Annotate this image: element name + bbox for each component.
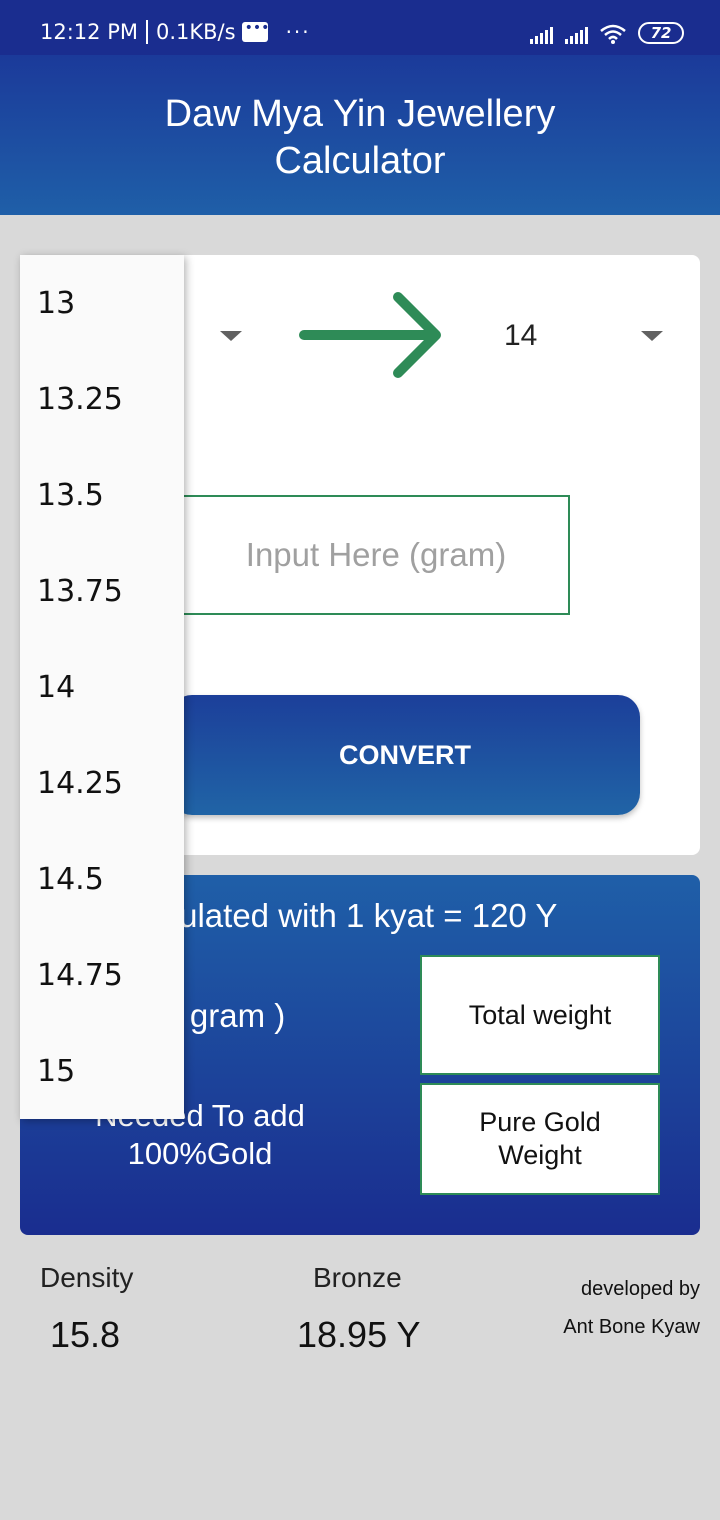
dropdown-option[interactable]: 14.5 — [20, 831, 184, 927]
dropdown-option[interactable]: 15 — [20, 1023, 184, 1119]
app-title-line2: Calculator — [274, 140, 446, 182]
status-right: 72 — [530, 22, 684, 44]
app-bar: Daw Mya Yin Jewellery Calculator — [0, 55, 720, 215]
from-dropdown-arrow-icon[interactable] — [220, 331, 242, 341]
battery-icon: 72 — [638, 22, 684, 44]
app-title: Daw Mya Yin Jewellery Calculator — [0, 91, 720, 185]
status-time: 12:12 PM — [40, 20, 138, 44]
convert-button[interactable]: CONVERT — [170, 695, 640, 815]
wifi-icon — [600, 24, 626, 44]
developer-name: Ant Bone Kyaw — [563, 1316, 700, 1338]
right-arrow-icon — [299, 292, 441, 378]
gram-input[interactable] — [182, 495, 570, 615]
to-dropdown-value[interactable]: 14 — [504, 319, 537, 353]
pure-gold-weight-box: Pure Gold Weight — [420, 1083, 660, 1195]
dropdown-popup: 13 13.25 13.5 13.75 14 14.25 14.5 14.75 … — [20, 255, 184, 1119]
signal-icon-2 — [565, 24, 588, 44]
pure-gold-line2: Weight — [498, 1140, 582, 1170]
bronze-label: Bronze — [313, 1262, 402, 1293]
dropdown-option[interactable]: 14.25 — [20, 735, 184, 831]
density-label: Density — [40, 1262, 134, 1293]
to-dropdown-arrow-icon[interactable] — [641, 331, 663, 341]
more-notifications-icon: ··· — [285, 20, 311, 44]
pure-gold-line1: Pure Gold — [479, 1107, 601, 1137]
dropdown-option[interactable]: 13.75 — [20, 543, 184, 639]
network-speed: 0.1KB/s — [155, 20, 236, 44]
bronze-value: 18.95 Y — [297, 1314, 421, 1355]
dropdown-option[interactable]: 13.25 — [20, 351, 184, 447]
developed-by-label: developed by — [581, 1278, 700, 1300]
dropdown-option[interactable]: 14 — [20, 639, 184, 735]
density-value: 15.8 — [50, 1314, 121, 1355]
total-weight-box: Total weight — [420, 955, 660, 1075]
needed-gold-line2: 100%Gold — [127, 1136, 273, 1171]
dropdown-option[interactable]: 13 — [20, 255, 184, 351]
dropdown-option[interactable]: 13.5 — [20, 447, 184, 543]
message-icon — [241, 20, 269, 42]
total-weight-text: Total weight — [468, 999, 612, 1030]
dropdown-option[interactable]: 14.75 — [20, 927, 184, 1023]
app-title-line1: Daw Mya Yin Jewellery — [164, 93, 556, 135]
signal-icon-1 — [530, 24, 553, 44]
status-left: 12:12 PM 0.1KB/s ··· — [40, 20, 311, 44]
status-bar: 12:12 PM 0.1KB/s ··· 72 — [0, 0, 720, 55]
status-separator — [145, 20, 148, 44]
